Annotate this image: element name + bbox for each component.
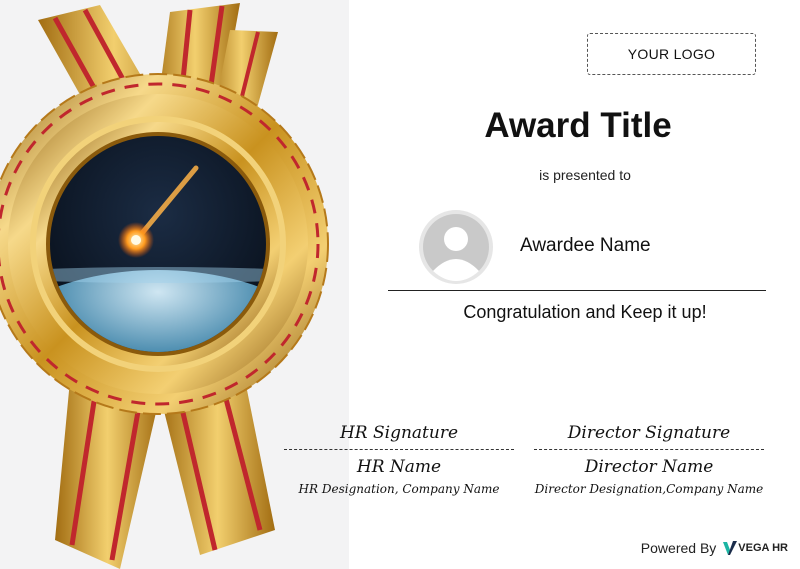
director-designation: Director Designation,Company Name	[534, 482, 764, 496]
avatar-icon	[419, 210, 493, 284]
director-signature-line	[534, 449, 764, 450]
vega-logo-icon	[723, 541, 738, 555]
hr-signature-line	[284, 449, 514, 450]
hr-signature-block: HR Signature HR Name HR Designation, Com…	[284, 421, 514, 496]
hr-signature: HR Signature	[339, 423, 459, 443]
hr-designation: HR Designation, Company Name	[298, 482, 500, 496]
director-name: Director Name	[584, 457, 714, 477]
vega-brand-text: VEGA HR	[738, 542, 788, 554]
powered-by: Powered By VEGA HR	[641, 540, 788, 556]
director-signature: Director Signature	[567, 423, 731, 443]
divider	[388, 290, 766, 291]
presented-to-text: is presented to	[539, 167, 631, 183]
award-title: Award Title	[484, 106, 672, 145]
logo-text: YOUR LOGO	[627, 46, 716, 62]
vega-hr-logo: VEGA HR	[722, 540, 788, 556]
director-signature-block: Director Signature Director Name Directo…	[534, 421, 764, 496]
logo-placeholder: YOUR LOGO	[587, 33, 756, 75]
congratulation-message: Congratulation and Keep it up!	[463, 302, 707, 322]
hr-name: HR Name	[356, 457, 442, 477]
powered-by-label: Powered By	[640, 540, 717, 556]
awardee-name: Awardee Name	[520, 235, 651, 256]
